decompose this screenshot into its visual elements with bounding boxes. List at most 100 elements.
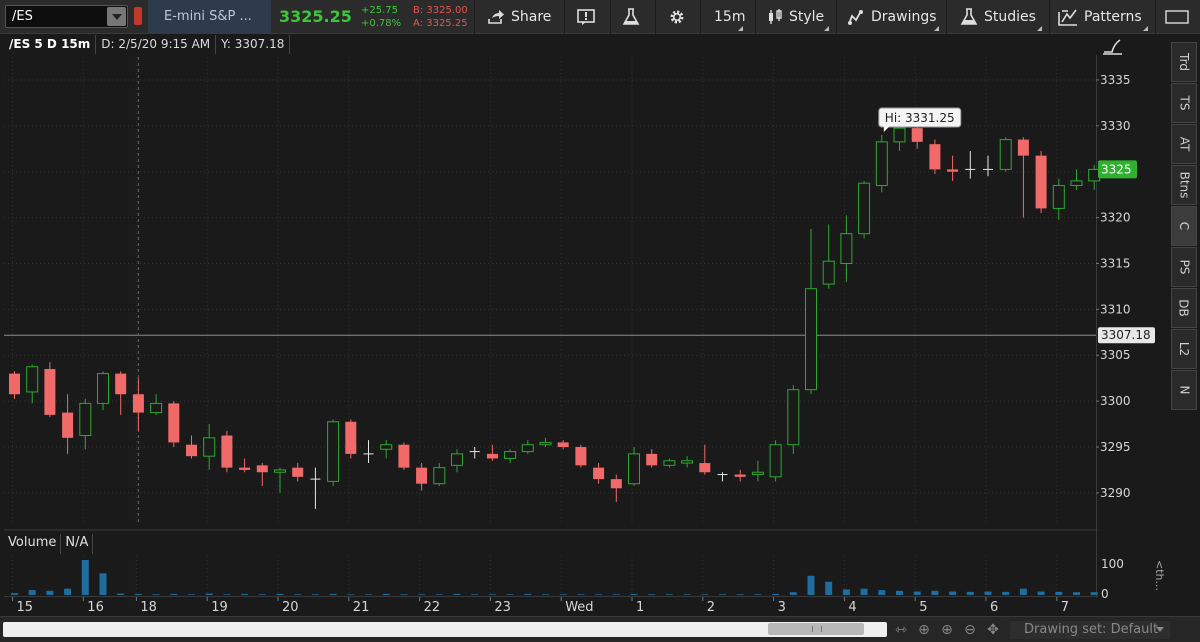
candle-body	[44, 369, 56, 415]
link-flag-icon[interactable]	[134, 7, 142, 25]
more-button[interactable]	[1165, 0, 1189, 34]
side-tab-db[interactable]: DB	[1171, 288, 1197, 328]
settings-button[interactable]	[668, 0, 686, 34]
candle-body	[327, 421, 340, 482]
style-button[interactable]: Style	[767, 0, 831, 34]
side-tab-btns[interactable]: Btns	[1171, 165, 1197, 205]
side-panel-collapse[interactable]: <th...	[1150, 555, 1168, 595]
side-tab-at[interactable]: AT	[1171, 124, 1197, 164]
drawings-button[interactable]: Drawings	[847, 0, 941, 34]
side-tab-c[interactable]: C	[1171, 206, 1197, 246]
volume-bar	[1037, 591, 1045, 595]
volume-bar	[1073, 592, 1080, 595]
candlestick-icon	[769, 9, 782, 24]
volume-bar	[825, 581, 833, 595]
candle-body	[875, 141, 888, 186]
y-tick-label: 3335	[1100, 73, 1131, 87]
bid-ask: B: 3325.00 A: 3325.25	[413, 4, 468, 30]
patterns-button[interactable]: Patterns	[1058, 0, 1150, 34]
volume-bar	[1090, 592, 1098, 595]
studies-button[interactable]: Studies	[960, 0, 1044, 34]
high-label-text: Hi: 3331.25	[885, 111, 955, 125]
toolbar: /ES E-mini S&P ... 3325.25 +25.75 +0.78%…	[0, 0, 1200, 34]
volume-bar	[612, 594, 620, 595]
time-scrollbar[interactable]	[3, 622, 887, 637]
volume-bar	[524, 593, 532, 595]
pan-icon[interactable]: ✥	[984, 621, 1002, 639]
candle-body	[840, 233, 853, 264]
crosshair-icon[interactable]: ⊕	[915, 621, 933, 639]
volume-bar	[134, 593, 142, 595]
side-tab-trd[interactable]: Trd	[1171, 42, 1197, 82]
zoom-in-icon[interactable]: ⊕	[938, 621, 956, 639]
candle-body	[1052, 184, 1065, 209]
volume-bar	[630, 593, 638, 595]
volume-bar	[542, 594, 549, 595]
studies-label: Studies	[984, 9, 1036, 25]
share-label: Share	[511, 9, 552, 25]
message-alert-icon	[577, 9, 595, 25]
candle-body	[822, 260, 835, 285]
expand-icon[interactable]: ⇿	[892, 621, 910, 639]
volume-bar	[435, 594, 443, 595]
volume-bar	[188, 594, 195, 595]
volume-bar	[64, 588, 72, 595]
candle-body	[521, 444, 534, 453]
drawings-label: Drawings	[871, 9, 937, 25]
volume-bar	[241, 593, 249, 595]
volume-bar	[311, 594, 319, 595]
volume-bar	[152, 594, 160, 595]
candle-body	[26, 366, 39, 393]
x-tick-label: 5	[919, 600, 927, 615]
volume-panel[interactable]	[4, 556, 1096, 595]
volume-bar	[807, 575, 815, 595]
symbol-dropdown-button[interactable]	[107, 7, 126, 26]
volume-bar	[719, 594, 726, 595]
symbol-description[interactable]: E-mini S&P ...	[148, 0, 271, 34]
more-icon	[1165, 10, 1189, 24]
bottom-bar: ⇿ ⊕ ⊕ ⊖ ✥ Drawing set: Default	[0, 616, 1200, 642]
timeframe-button[interactable]: 15m	[714, 0, 745, 34]
volume-bar	[754, 594, 762, 595]
candle-body	[769, 444, 782, 478]
alert-button[interactable]	[577, 0, 597, 34]
volume-bar	[913, 591, 921, 595]
side-tab-n[interactable]: N	[1171, 370, 1197, 410]
volume-bar	[559, 594, 567, 595]
x-tick-label: 2	[707, 600, 715, 615]
y-tick-label: 3300	[1100, 394, 1131, 408]
volume-bar	[789, 592, 797, 595]
x-tick-label: 22	[424, 600, 441, 615]
zoom-out-icon[interactable]: ⊖	[961, 621, 979, 639]
symbol-period[interactable]: /ES 5 D 15m	[4, 35, 97, 54]
drawing-set-selector[interactable]: Drawing set: Default	[1010, 621, 1170, 639]
volume-bar	[736, 594, 744, 595]
share-button[interactable]: Share	[487, 0, 551, 34]
candle-body	[292, 467, 304, 477]
side-tab-ps[interactable]: PS	[1171, 247, 1197, 287]
volume-bar	[276, 593, 284, 595]
candle-body	[416, 467, 428, 484]
volume-bar	[878, 590, 886, 595]
volume-bar	[382, 593, 390, 595]
volume-label[interactable]: Volume	[4, 534, 62, 554]
lab-button[interactable]	[622, 0, 640, 34]
candle-body	[1017, 139, 1029, 156]
x-tick-label: 21	[353, 600, 370, 615]
volume-bar	[772, 593, 780, 595]
side-panel-tabs: Trd TS AT Btns C PS DB L2 N	[1171, 42, 1197, 414]
candle-body	[256, 465, 268, 473]
candle-body	[681, 460, 694, 464]
side-tab-l2[interactable]: L2	[1171, 329, 1197, 369]
x-tick-label: 3	[778, 600, 786, 615]
symbol-selector[interactable]: /ES	[5, 5, 128, 28]
volume-bar	[453, 593, 461, 595]
side-tab-ts[interactable]: TS	[1171, 83, 1197, 123]
volume-bar	[931, 590, 939, 595]
price-chart[interactable]: 3290 3295 3300 3305 3310 3315 3320 3325 3330 3335…	[0, 0, 1200, 642]
candle-body	[345, 421, 357, 454]
scrollbar-thumb[interactable]	[768, 623, 864, 635]
x-tick-label: 19	[211, 600, 228, 615]
axis-scale-icon[interactable]	[1104, 39, 1121, 53]
x-tick-label: 15	[17, 600, 34, 615]
